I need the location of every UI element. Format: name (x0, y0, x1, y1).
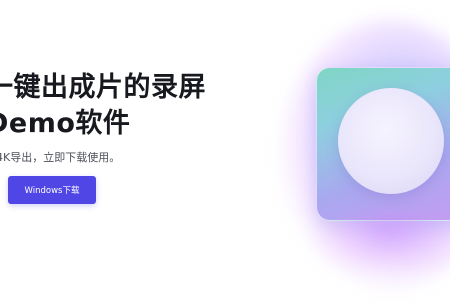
hero-illustration (250, 0, 450, 303)
hero-section: 一键出成片的录屏 Demo软件 4K导出，立即下载使用。 Windows下载 (0, 0, 450, 303)
illustration-disc (338, 88, 444, 194)
hero-headline: 一键出成片的录屏 Demo软件 (0, 70, 206, 142)
headline-line-2: Demo软件 (0, 108, 131, 139)
headline-line-1: 一键出成片的录屏 (0, 72, 206, 103)
windows-download-button[interactable]: Windows下载 (8, 176, 96, 204)
hero-subtitle: 4K导出，立即下载使用。 (0, 151, 121, 164)
